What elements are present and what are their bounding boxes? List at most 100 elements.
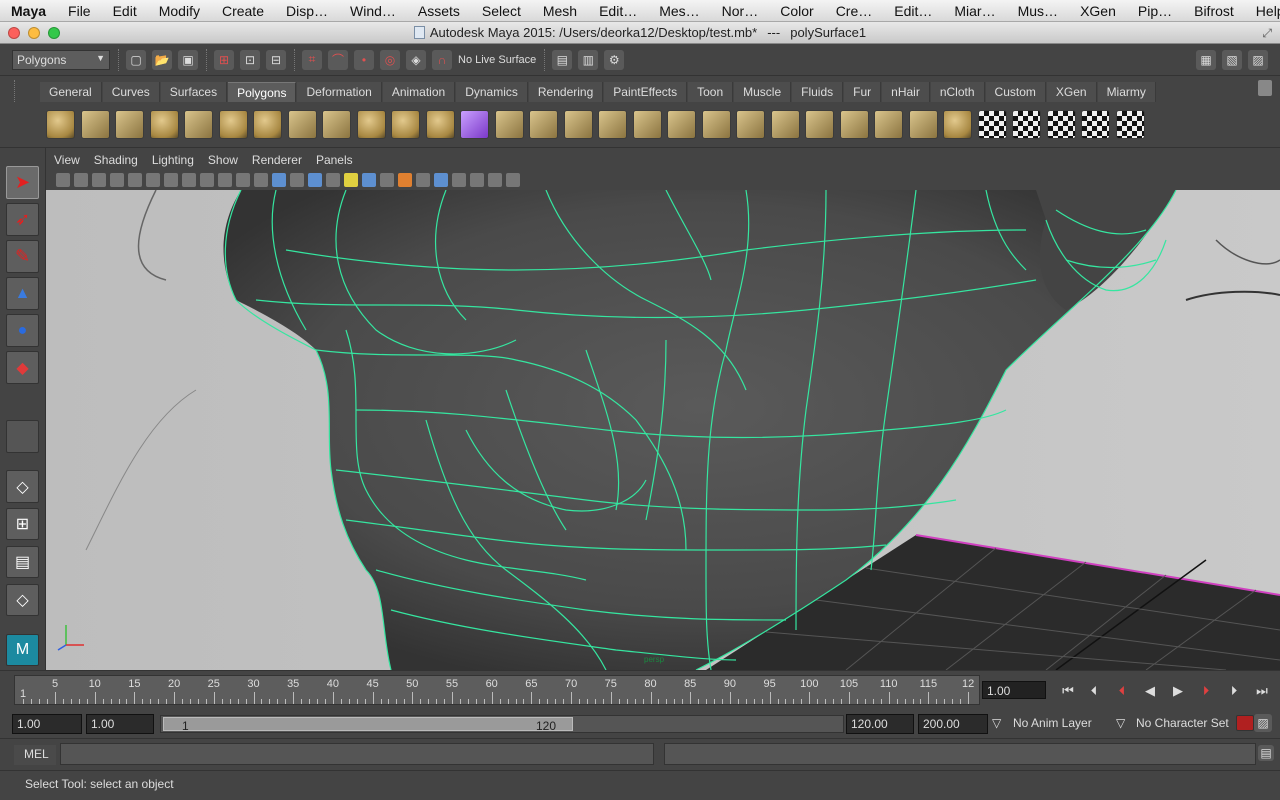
smooth-shade-icon[interactable] <box>272 173 286 187</box>
animation-preferences-icon[interactable]: ▨ <box>1254 714 1272 732</box>
uv-editor-icon[interactable] <box>1115 110 1145 139</box>
menu-pipeline[interactable]: Pip… <box>1127 3 1183 19</box>
anti-aliasing-icon[interactable] <box>416 173 430 187</box>
tab-dynamics[interactable]: Dynamics <box>456 82 528 103</box>
menu-mesh[interactable]: Mesh <box>532 3 588 19</box>
insert-edge-loop-icon[interactable] <box>839 110 869 139</box>
isolate-select-icon[interactable] <box>452 173 466 187</box>
poly-cone-icon[interactable] <box>149 110 179 139</box>
depth-of-field-icon[interactable] <box>434 173 448 187</box>
poly-cube-icon[interactable] <box>80 110 110 139</box>
extrude-icon[interactable] <box>701 110 731 139</box>
split-polygon-icon[interactable] <box>805 110 834 139</box>
snap-view-plane-icon[interactable]: ◎ <box>380 49 400 70</box>
menu-create-uvs[interactable]: Cre… <box>825 3 884 19</box>
panel-menu-renderer[interactable]: Renderer <box>252 153 302 167</box>
fullscreen-icon[interactable]: ⤢ <box>1262 26 1272 41</box>
menu-muscle[interactable]: Mus… <box>1007 3 1069 19</box>
tab-fluids[interactable]: Fluids <box>792 82 844 103</box>
step-back-key-icon[interactable]: ⏴ <box>1084 683 1104 699</box>
menu-edit[interactable]: Edit <box>102 3 148 19</box>
poly-cylinder-icon[interactable] <box>115 110 144 139</box>
bevel-icon[interactable] <box>908 110 938 139</box>
four-view-layout-icon[interactable]: ⊞ <box>6 508 39 540</box>
play-backwards-icon[interactable]: ◀ <box>1140 683 1160 699</box>
single-perspective-layout-icon[interactable]: ◇ <box>6 470 39 503</box>
tab-miarmy[interactable]: Miarmy <box>1097 82 1156 103</box>
go-to-start-icon[interactable]: ⏮ <box>1058 683 1078 699</box>
gate-mask-icon[interactable] <box>182 173 196 187</box>
ipr-render-icon[interactable]: ▥ <box>578 49 599 70</box>
wireframe-on-shaded-icon[interactable] <box>290 173 304 187</box>
shadows-icon[interactable] <box>362 173 376 187</box>
xray-joints-icon[interactable] <box>470 173 484 187</box>
menu-set-selector[interactable]: Polygons ▼ <box>12 49 110 70</box>
make-live-icon[interactable]: ◈ <box>406 49 426 70</box>
select-by-component-icon[interactable]: ⊟ <box>266 49 286 70</box>
offset-edge-loop-icon[interactable] <box>874 110 903 139</box>
new-scene-icon[interactable]: ▢ <box>126 49 146 70</box>
last-tool-button[interactable] <box>6 420 39 453</box>
poly-pyramid-icon[interactable] <box>253 110 282 139</box>
booleans-icon[interactable] <box>460 110 489 139</box>
ambient-occlusion-icon[interactable] <box>380 173 394 187</box>
camera-attributes-icon[interactable] <box>74 173 88 187</box>
attribute-editor-icon[interactable]: ▦ <box>1196 49 1216 70</box>
resolution-gate-icon[interactable] <box>164 173 178 187</box>
playback-start-field[interactable]: 1.00 <box>86 714 154 734</box>
menu-file[interactable]: File <box>57 3 102 19</box>
tab-deformation[interactable]: Deformation <box>297 82 382 103</box>
use-all-lights-icon[interactable] <box>344 173 358 187</box>
spherical-mapping-icon[interactable] <box>1046 110 1076 139</box>
perspective-viewport[interactable]: persp <box>46 190 1280 670</box>
share-icon[interactable] <box>506 173 520 187</box>
xray-icon[interactable] <box>326 173 340 187</box>
step-forward-key-icon[interactable]: ⏵ <box>1224 683 1244 699</box>
minimize-window-button[interactable] <box>28 27 40 39</box>
script-editor-icon[interactable]: ▤ <box>1258 745 1274 761</box>
panel-menu-show[interactable]: Show <box>208 153 238 167</box>
magnet-icon[interactable]: ∩ <box>432 49 452 70</box>
anim-layer-selector[interactable]: No Anim Layer <box>1013 716 1092 730</box>
menu-modify[interactable]: Modify <box>148 3 211 19</box>
grid-icon[interactable] <box>128 173 142 187</box>
snap-grid-icon[interactable]: ⌗ <box>302 49 322 70</box>
trash-icon[interactable] <box>1258 80 1272 96</box>
menu-display[interactable]: Disp… <box>275 3 339 19</box>
tab-curves[interactable]: Curves <box>102 82 160 103</box>
safe-title-icon[interactable] <box>236 173 250 187</box>
menu-assets[interactable]: Assets <box>407 3 471 19</box>
poly-pipe-icon[interactable] <box>287 110 317 139</box>
bookmarks-icon[interactable] <box>92 173 106 187</box>
menu-edit-mesh[interactable]: Edit… <box>588 3 648 19</box>
paint-select-tool-button[interactable]: ✎ <box>6 240 39 273</box>
lasso-tool-button[interactable]: ➶ <box>6 203 39 236</box>
animation-end-field[interactable]: 200.00 <box>918 714 988 734</box>
film-gate-icon[interactable] <box>146 173 160 187</box>
save-scene-icon[interactable]: ▣ <box>178 49 198 70</box>
tab-nhair[interactable]: nHair <box>882 82 930 103</box>
menu-help[interactable]: Help <box>1245 3 1280 19</box>
persp-outliner-layout-icon[interactable]: ▤ <box>6 546 39 578</box>
open-scene-icon[interactable]: 📂 <box>152 49 172 70</box>
safe-action-icon[interactable] <box>218 173 232 187</box>
field-chart-icon[interactable] <box>200 173 214 187</box>
tab-painteffects[interactable]: PaintEffects <box>604 82 688 103</box>
tab-muscle[interactable]: Muscle <box>734 82 792 103</box>
snap-curve-icon[interactable]: ⌒ <box>328 49 348 70</box>
command-input[interactable] <box>60 743 654 765</box>
average-vertices-icon[interactable] <box>529 110 558 139</box>
auto-key-icon[interactable] <box>1236 715 1254 731</box>
scale-tool-button[interactable]: ◆ <box>6 351 39 384</box>
cylindrical-mapping-icon[interactable] <box>1012 110 1041 139</box>
tab-toon[interactable]: Toon <box>688 82 734 103</box>
menu-bifrost[interactable]: Bifrost <box>1183 3 1245 19</box>
tab-general[interactable]: General <box>40 82 102 103</box>
time-slider-track[interactable]: 1 5 10 15 20 25 30 35 40 45 50 55 60 65 70 75 80 85 90 95 1… <box>14 675 980 705</box>
step-back-frame-icon[interactable]: ⏴ <box>1112 683 1132 699</box>
zoom-window-button[interactable] <box>48 27 60 39</box>
panel-menu-view[interactable]: View <box>54 153 80 167</box>
poly-torus-icon[interactable] <box>218 110 248 139</box>
sculpt-geometry-icon[interactable] <box>943 110 972 139</box>
tab-custom[interactable]: Custom <box>985 82 1046 103</box>
